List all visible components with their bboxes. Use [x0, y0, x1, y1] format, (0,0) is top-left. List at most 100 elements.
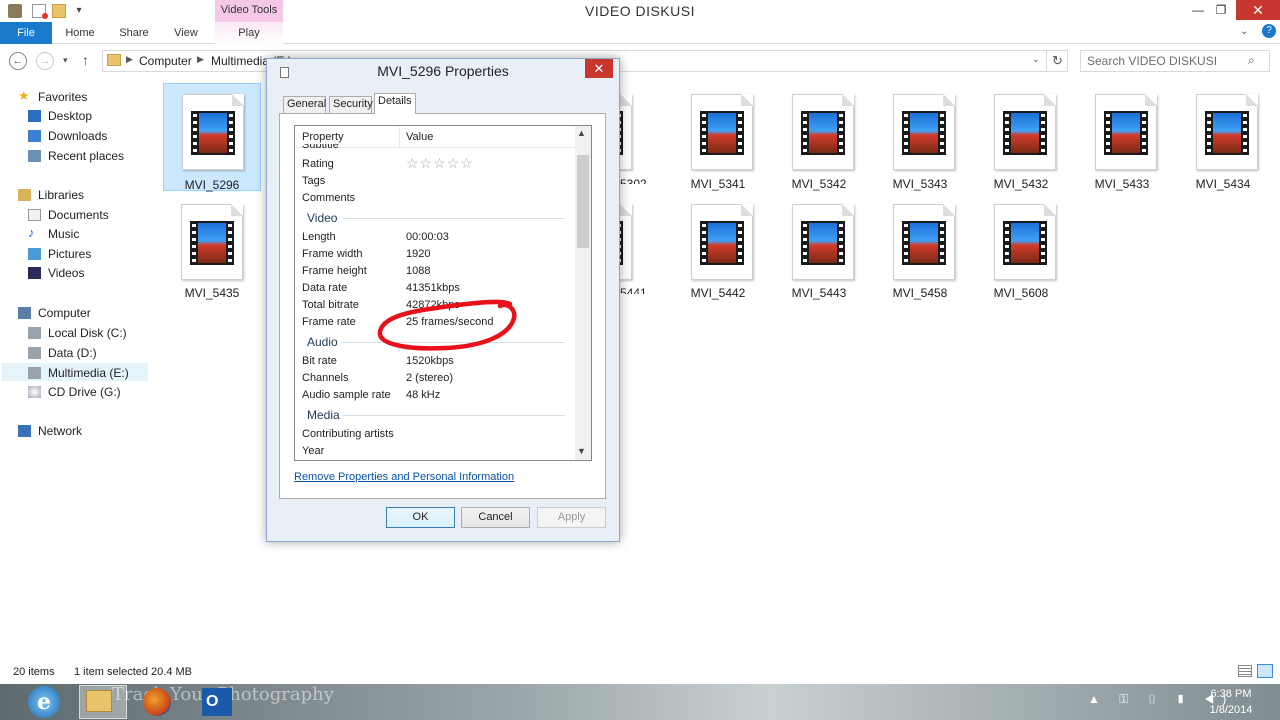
- sidebar-item-recent-places[interactable]: Recent places: [28, 147, 125, 165]
- file-item-mvi-5434[interactable]: MVI_5434: [1179, 84, 1267, 191]
- large-icons-view-icon[interactable]: [1257, 664, 1273, 678]
- apply-button[interactable]: Apply: [537, 507, 606, 528]
- search-input[interactable]: Search VIDEO DISKUSI: [1080, 50, 1270, 72]
- sidebar-item-network[interactable]: Network: [18, 422, 82, 440]
- cancel-button[interactable]: Cancel: [461, 507, 530, 528]
- file-item-mvi-5458[interactable]: MVI_5458: [876, 194, 964, 300]
- clock-date[interactable]: 1/8/2014: [1194, 704, 1268, 716]
- selection-info: 1 item selected 20.4 MB: [74, 666, 193, 678]
- file-item-mvi-5443[interactable]: MVI_5443: [775, 194, 863, 300]
- sidebar-item-label: CD Drive (G:): [48, 385, 121, 399]
- file-item-mvi-5432[interactable]: MVI_5432: [977, 84, 1065, 191]
- file-item-mvi-5435[interactable]: MVI_5435: [163, 194, 261, 300]
- video-file-icon: [994, 204, 1056, 280]
- column-divider[interactable]: [399, 127, 400, 147]
- video-file-icon: [182, 94, 244, 170]
- file-item-mvi-5433[interactable]: MVI_5433: [1078, 84, 1166, 191]
- internet-explorer-icon[interactable]: e: [28, 686, 60, 718]
- navigation-pane: ★ Favorites Desktop Downloads Recent pla…: [0, 78, 155, 660]
- cd-drive-icon: [28, 386, 41, 398]
- column-header-value[interactable]: Value: [406, 131, 433, 143]
- column-header-property[interactable]: Property: [302, 131, 344, 143]
- sidebar-item-libraries[interactable]: Libraries: [18, 186, 84, 204]
- sidebar-item-data-d[interactable]: Data (D:): [28, 344, 97, 362]
- property-label: Frame width: [302, 248, 363, 260]
- minimize-button[interactable]: —: [1186, 0, 1210, 20]
- recent-locations-icon[interactable]: ▾: [63, 55, 68, 66]
- sidebar-item-local-disk-c[interactable]: Local Disk (C:): [28, 324, 127, 342]
- scroll-up-icon[interactable]: ▲: [577, 128, 586, 138]
- file-item-mvi-5342[interactable]: MVI_5342: [775, 84, 863, 191]
- breadcrumb-separator-icon[interactable]: ▶: [197, 54, 204, 65]
- clock-time[interactable]: 6:38 PM: [1194, 688, 1268, 700]
- tab-security[interactable]: Security: [329, 96, 373, 113]
- breadcrumb-computer[interactable]: Computer: [139, 54, 192, 68]
- file-item-mvi-5296[interactable]: MVI_5296: [163, 83, 261, 192]
- sidebar-item-multimedia-e[interactable]: Multimedia (E:): [2, 363, 148, 381]
- file-name: MVI_5433: [1094, 177, 1150, 191]
- section-divider: [342, 218, 565, 219]
- scrollbar-thumb[interactable]: [577, 155, 589, 248]
- search-icon[interactable]: ⌕: [1248, 53, 1255, 68]
- expand-ribbon-icon[interactable]: ⌄: [1240, 26, 1248, 37]
- sidebar-item-label: Multimedia (E:): [48, 366, 129, 380]
- rating-stars-icon[interactable]: ☆☆☆☆☆: [406, 155, 474, 172]
- maximize-button[interactable]: ❐: [1209, 0, 1233, 20]
- ok-button[interactable]: OK: [386, 507, 455, 528]
- music-icon: ♪: [28, 225, 35, 240]
- details-view-icon[interactable]: [1238, 665, 1252, 677]
- file-item-mvi-5608[interactable]: MVI_5608: [977, 194, 1065, 300]
- forward-button[interactable]: →: [36, 52, 54, 70]
- tab-file[interactable]: File: [0, 22, 52, 44]
- file-item-mvi-5343[interactable]: MVI_5343: [876, 84, 964, 191]
- sidebar-item-downloads[interactable]: Downloads: [28, 127, 108, 145]
- remove-properties-link[interactable]: Remove Properties and Personal Informati…: [294, 471, 514, 483]
- sidebar-item-documents[interactable]: Documents: [28, 206, 109, 224]
- property-label: Subtitle: [302, 144, 339, 149]
- file-name: 5302: [620, 177, 647, 184]
- sidebar-item-favorites[interactable]: ★ Favorites: [18, 88, 88, 106]
- tab-details[interactable]: Details: [374, 93, 416, 114]
- sidebar-item-pictures[interactable]: Pictures: [28, 245, 91, 263]
- sidebar-item-videos[interactable]: Videos: [28, 264, 84, 282]
- tab-play[interactable]: Play: [215, 22, 283, 44]
- property-value: 00:00:03: [406, 231, 449, 243]
- firefox-icon[interactable]: [143, 688, 171, 716]
- file-item-mvi-5442[interactable]: MVI_5442: [674, 194, 762, 300]
- sidebar-item-music[interactable]: ♪ Music: [28, 225, 79, 243]
- sidebar-item-label: Downloads: [48, 129, 108, 143]
- sidebar-item-cd-drive-g[interactable]: CD Drive (G:): [28, 383, 121, 401]
- back-button[interactable]: ←: [9, 52, 27, 70]
- sidebar-item-desktop[interactable]: Desktop: [28, 107, 92, 125]
- window-title: VIDEO DISKUSI: [585, 3, 695, 19]
- scroll-down-icon[interactable]: ▼: [577, 446, 586, 456]
- tab-view[interactable]: View: [166, 22, 206, 44]
- up-button[interactable]: ↑: [82, 52, 89, 68]
- drive-icon: [28, 327, 41, 339]
- property-value: 48 kHz: [406, 389, 441, 401]
- sidebar-item-label: Recent places: [48, 149, 125, 163]
- property-label: Audio sample rate: [302, 389, 391, 401]
- sidebar-item-computer[interactable]: Computer: [18, 304, 91, 322]
- address-dropdown-icon[interactable]: ⌄: [1032, 54, 1040, 65]
- property-label: Frame rate: [302, 316, 356, 328]
- file-name: MVI_5458: [892, 286, 948, 300]
- refresh-button[interactable]: ↻: [1046, 50, 1068, 72]
- file-item-mvi-5341[interactable]: MVI_5341: [674, 84, 762, 191]
- folder-icon: [107, 54, 121, 66]
- close-button[interactable]: ✕: [1236, 0, 1280, 20]
- help-icon[interactable]: ?: [1262, 24, 1276, 38]
- sidebar-item-label: Favorites: [38, 90, 88, 104]
- dialog-title: MVI_5296 Properties: [377, 63, 509, 79]
- tab-home[interactable]: Home: [58, 22, 102, 44]
- tab-general[interactable]: General: [283, 96, 326, 113]
- breadcrumb-separator-icon[interactable]: ▶: [126, 54, 133, 65]
- video-file-icon: [994, 94, 1056, 170]
- file-name: MVI_5341: [690, 177, 746, 191]
- property-label: Channels: [302, 372, 349, 384]
- outlook-icon[interactable]: O: [202, 688, 232, 716]
- property-value: 2 (stereo): [406, 372, 454, 384]
- tab-share[interactable]: Share: [112, 22, 156, 44]
- property-label: Bit rate: [302, 355, 337, 367]
- dialog-close-button[interactable]: ✕: [585, 59, 613, 78]
